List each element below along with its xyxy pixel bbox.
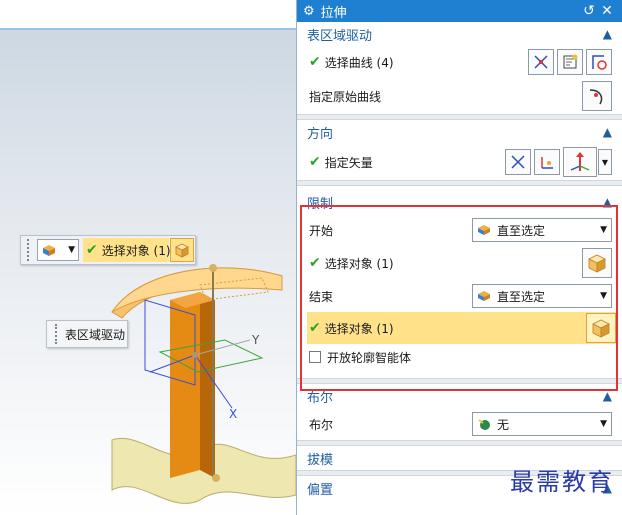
start-value: 直至选定 xyxy=(497,223,546,238)
dialog-title: 拉伸 xyxy=(320,5,347,21)
start-select-label: 选择对象 (1) xyxy=(324,256,394,271)
curve-rule-icon xyxy=(534,55,548,69)
origin-point xyxy=(192,352,198,358)
surface-drive-callout-label: 表区域驱动 xyxy=(65,327,126,342)
specify-original-label: 指定原始曲线 xyxy=(309,89,382,104)
start-select-row: ✔ 选择对象 (1) xyxy=(297,246,622,280)
until-selected-icon xyxy=(478,291,490,301)
check-icon: ✔ xyxy=(86,242,98,258)
start-row: 开始 直至选定 ▼ xyxy=(297,214,622,246)
open-profile-row[interactable]: 开放轮廓智能体 xyxy=(297,344,622,370)
check-icon: ✔ xyxy=(309,54,321,70)
chevron-down-icon: ▼ xyxy=(600,419,607,429)
reverse-direction-icon xyxy=(511,155,525,169)
selection-floating-toolbar[interactable]: ▼ ✔ 选择对象 (1) xyxy=(20,235,196,265)
body-filter-icon xyxy=(43,245,55,256)
select-curve-label: 选择曲线 (4) xyxy=(324,55,394,70)
vector-manipulator-icon xyxy=(570,152,590,171)
chevron-down-icon: ▼ xyxy=(68,245,75,255)
chevron-down-icon: ▼ xyxy=(601,157,609,167)
axis-x-label: X xyxy=(229,407,237,421)
selection-status-label: 选择对象 (1) xyxy=(101,243,171,258)
selection-filter-dropdown[interactable]: ▼ xyxy=(37,239,79,261)
end-label: 结束 xyxy=(309,289,334,304)
curve-select-button[interactable] xyxy=(586,49,612,75)
until-selected-icon xyxy=(478,225,490,235)
open-profile-label: 开放轮廓智能体 xyxy=(327,350,412,365)
original-curve-button[interactable] xyxy=(582,81,612,111)
boolean-dropdown[interactable]: 无 ▼ xyxy=(472,412,612,436)
check-icon: ✔ xyxy=(309,154,321,170)
end-select-object-button[interactable] xyxy=(586,313,616,343)
dialog-titlebar[interactable]: ⚙ 拉伸 ↺ ✕ xyxy=(297,0,622,22)
start-label: 开始 xyxy=(309,223,334,238)
reverse-direction-button[interactable] xyxy=(505,149,531,175)
end-dropdown[interactable]: 直至选定 ▼ xyxy=(472,284,612,308)
sketch-section-button[interactable] xyxy=(557,49,583,75)
surface-drive-callout: 表区域驱动 xyxy=(46,320,128,348)
axis-handle-bottom xyxy=(212,474,220,482)
check-icon: ✔ xyxy=(309,255,321,271)
reset-icon[interactable]: ↺ xyxy=(580,3,598,19)
section-heading: 表区域驱动 xyxy=(307,28,373,44)
specify-vector-label: 指定矢量 xyxy=(324,155,373,170)
boolean-row: 布尔 无 ▼ xyxy=(297,408,622,440)
specify-vector-row: ✔ 指定矢量 ▼ xyxy=(297,144,622,180)
original-curve-icon xyxy=(589,89,603,105)
close-icon[interactable]: ✕ xyxy=(598,3,616,19)
vector-icon xyxy=(541,157,553,169)
axis-handle-top xyxy=(209,264,217,272)
selection-status[interactable]: ✔ 选择对象 (1) xyxy=(83,238,171,262)
sketch-icon xyxy=(563,54,578,69)
section-direction[interactable]: 方向 ▲ xyxy=(297,120,622,144)
vector-dialog-button[interactable] xyxy=(534,149,560,175)
vector-options-dropdown[interactable]: ▼ xyxy=(598,149,612,175)
end-row: 结束 直至选定 ▼ xyxy=(297,280,622,312)
boolean-value: 无 xyxy=(497,417,510,432)
cube-icon xyxy=(592,319,610,338)
chevron-up-icon[interactable]: ▲ xyxy=(603,27,612,41)
section-heading: 布尔 xyxy=(307,390,334,406)
end-select-label: 选择对象 (1) xyxy=(324,321,394,336)
section-limits[interactable]: 限制 ▲ xyxy=(297,190,622,214)
cube-icon xyxy=(588,254,606,273)
toolbar-grip[interactable] xyxy=(27,239,31,261)
start-select-object-button[interactable] xyxy=(582,248,612,278)
graphics-viewport[interactable]: Y X ▼ ✔ 选择对象 (1) 表区域驱动 xyxy=(0,0,296,515)
select-curve-row: ✔ 选择曲线 (4) xyxy=(297,46,622,78)
watermark: 最需教育 xyxy=(510,468,614,496)
end-value: 直至选定 xyxy=(497,289,546,304)
separator xyxy=(297,180,622,186)
callout-grip xyxy=(55,324,59,344)
gear-icon[interactable]: ⚙ xyxy=(303,4,315,19)
chevron-down-icon: ▼ xyxy=(600,291,607,301)
section-heading: 拔模 xyxy=(307,452,334,468)
section-heading: 限制 xyxy=(307,196,334,212)
select-object-button[interactable] xyxy=(170,238,194,262)
open-profile-checkbox[interactable] xyxy=(309,351,321,363)
boolean-label: 布尔 xyxy=(309,417,334,432)
specify-original-row: 指定原始曲线 xyxy=(297,78,622,114)
curve-select-icon xyxy=(592,55,607,70)
chevron-down-icon: ▼ xyxy=(600,225,607,235)
section-surface-drive[interactable]: 表区域驱动 ▲ xyxy=(297,22,622,46)
start-dropdown[interactable]: 直至选定 ▼ xyxy=(472,218,612,242)
chevron-up-icon[interactable]: ▲ xyxy=(603,125,612,139)
check-icon: ✔ xyxy=(309,320,321,336)
chevron-up-icon[interactable]: ▲ xyxy=(603,195,612,209)
curve-rule-button[interactable] xyxy=(528,49,554,75)
cube-icon xyxy=(175,243,189,258)
chevron-up-icon[interactable]: ▲ xyxy=(603,389,612,403)
section-boolean[interactable]: 布尔 ▲ xyxy=(297,384,622,408)
section-heading: 方向 xyxy=(307,126,334,142)
extrude-dialog: ⚙ 拉伸 ↺ ✕ 表区域驱动 ▲ ✔ 选择曲线 (4) 指定原始曲线 方向 ▲ … xyxy=(296,0,622,515)
boolean-none-icon xyxy=(478,419,490,430)
end-select-row[interactable]: ✔ 选择对象 (1) xyxy=(307,312,618,344)
axis-y-label: Y xyxy=(251,333,260,347)
inferred-vector-button[interactable] xyxy=(563,147,597,177)
section-heading: 偏置 xyxy=(307,482,334,498)
